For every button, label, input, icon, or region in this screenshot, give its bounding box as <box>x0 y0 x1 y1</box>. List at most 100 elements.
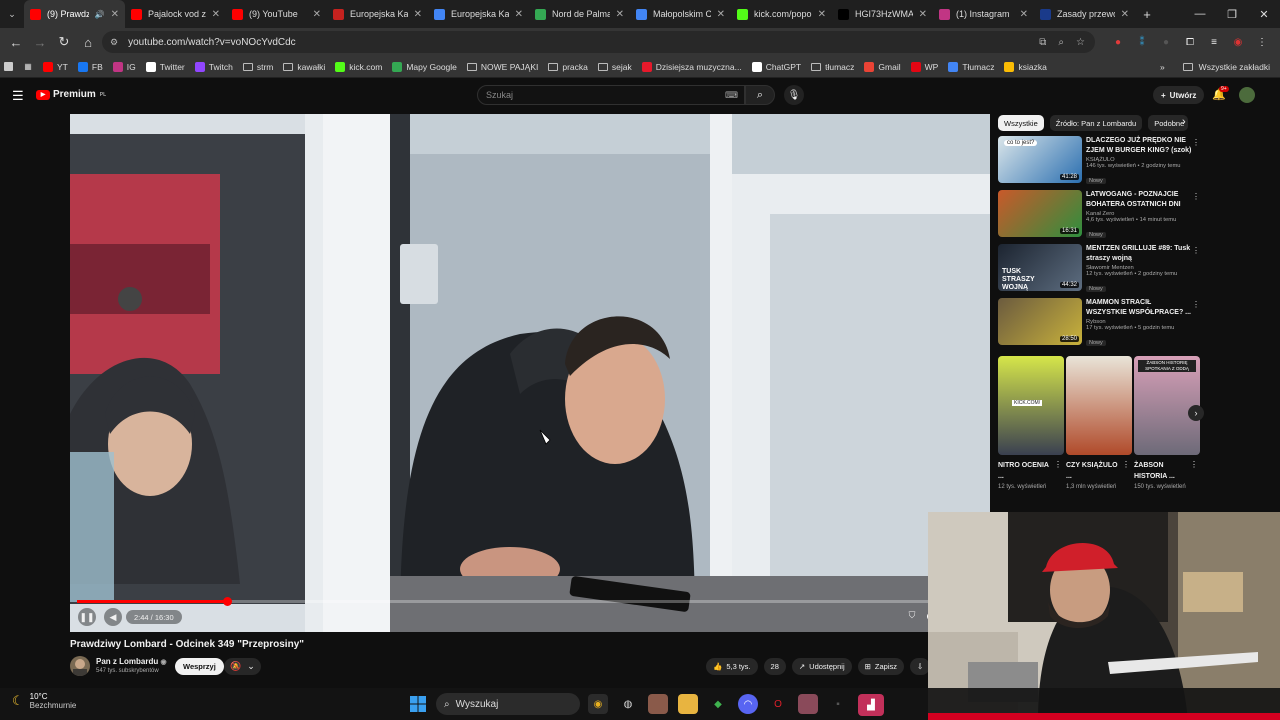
more-options-icon[interactable]: ⋮ <box>1192 300 1200 309</box>
short-title[interactable]: NITRO OCENIA ... <box>998 460 1052 482</box>
bookmark-19[interactable]: ksiazka <box>1004 61 1047 72</box>
video-thumbnail[interactable]: TUSK STRASZY WOJNĄ 44:32 <box>998 244 1082 291</box>
bookmark-10[interactable]: NOWE PAJĄKI <box>466 62 538 72</box>
site-info-icon[interactable]: ⚙ <box>110 37 118 48</box>
browser-tab[interactable]: Pajalock vod z ✕ <box>125 0 226 28</box>
close-window-icon[interactable]: ✕ <box>1248 0 1280 28</box>
short-thumbnail[interactable]: ŻABSON HISTORIĘ SPOTKANIA Z ODDĄ <box>1134 356 1200 455</box>
bookmark-15[interactable]: tłumacz <box>811 62 854 72</box>
pause-button[interactable]: ❚❚ <box>78 608 96 626</box>
bookmark-3[interactable]: IG <box>112 61 136 72</box>
related-video[interactable]: TUSK STRASZY WOJNĄ 44:32 MENTZEN GRILLUJE … <box>998 244 1204 298</box>
bookmark-17[interactable]: WP <box>910 61 938 72</box>
related-video[interactable]: co to jest? 41:28 DLACZEGO JUŻ PRĘDKO NIE … <box>998 136 1204 190</box>
new-tab-button[interactable]: + <box>1135 7 1159 22</box>
chips-next-icon[interactable]: › <box>1182 116 1186 128</box>
subscription-bell-button[interactable]: 🔕 ⌄ <box>224 658 261 675</box>
close-tab-icon[interactable]: ✕ <box>717 9 725 20</box>
guide-menu-icon[interactable]: ☰ <box>12 88 24 104</box>
browser-tab[interactable]: HGI73HzWMA ✕ <box>832 0 933 28</box>
short-title[interactable]: CZY KSIĄŻULO ... <box>1066 460 1120 482</box>
media-controls-icon[interactable]: ≡ <box>1206 37 1222 48</box>
bookmark-1[interactable]: YT <box>43 61 68 72</box>
browser-tab[interactable]: (9) YouTube ✕ <box>226 0 327 28</box>
bookmark-13[interactable]: Dzisiejsza muzyczna... <box>641 61 742 72</box>
search-button[interactable]: ⌕ <box>745 85 775 105</box>
extensions-puzzle-icon[interactable]: ⧠ <box>1182 37 1198 48</box>
app-icon[interactable] <box>798 694 818 714</box>
more-options-icon[interactable]: ⋮ <box>1190 460 1198 469</box>
apps-grid-icon[interactable]: ▦ <box>23 62 33 72</box>
browser-tab[interactable]: (1) Instagram ✕ <box>933 0 1034 28</box>
install-app-icon[interactable]: ⧉ <box>1039 37 1046 48</box>
translate-extension-icon[interactable]: ⁑ <box>1134 37 1150 48</box>
bookmark-4[interactable]: Twitter <box>145 61 185 72</box>
browser-tab[interactable]: Nord de Palma ✕ <box>529 0 630 28</box>
bookmark-7[interactable]: kawałki <box>283 62 325 72</box>
bookmark-5[interactable]: Twitch <box>194 61 233 72</box>
app-icon[interactable] <box>648 694 668 714</box>
close-tab-icon[interactable]: ✕ <box>212 9 220 20</box>
omnibox[interactable]: ⚙ youtube.com/watch?v=voNOcYvdCdc ⧉ ⌕ ☆ <box>102 31 1095 53</box>
video-title[interactable]: DLACZEGO JUŻ PRĘDKO NIE ZJEM W BURGER KI… <box>1086 136 1194 156</box>
browser-menu-icon[interactable]: ⋮ <box>1254 37 1270 48</box>
bookmark-star-icon[interactable]: ☆ <box>1076 37 1085 48</box>
close-tab-icon[interactable]: ✕ <box>1020 9 1028 20</box>
short-item[interactable]: KICK.COM/NITRO OCENIA ... 12 tys. wyświet… <box>998 356 1064 492</box>
file-explorer-icon[interactable] <box>678 694 698 714</box>
save-button[interactable]: ⊞ Zapisz <box>857 658 905 675</box>
like-button[interactable]: 👍 5,3 tys. <box>706 658 758 675</box>
progress-bar[interactable] <box>77 600 983 603</box>
share-button[interactable]: ↗ Udostępnij <box>791 658 852 675</box>
forward-icon[interactable]: → <box>28 35 52 50</box>
related-video[interactable]: 28:50 MAMMON STRACIŁ WSZYSTKIE WSPÓŁPRACE… <box>998 298 1204 352</box>
extension-icon[interactable]: ● <box>1158 37 1174 48</box>
more-options-icon[interactable]: ⋮ <box>1122 460 1130 469</box>
discord-icon[interactable]: ◠ <box>738 694 758 714</box>
more-options-icon[interactable]: ⋮ <box>1192 246 1200 255</box>
chrome-icon[interactable]: ◉ <box>588 694 608 714</box>
taskbar-search[interactable]: ⌕ Wyszukaj <box>436 693 580 715</box>
browser-tab[interactable]: Zasady przewo ✕ <box>1034 0 1135 28</box>
bookmark-6[interactable]: strm <box>242 62 273 72</box>
sidebar-toggle-icon[interactable] <box>4 62 13 71</box>
close-tab-icon[interactable]: ✕ <box>818 9 826 20</box>
profile-icon[interactable]: ◉ <box>1230 37 1246 48</box>
close-tab-icon[interactable]: ✕ <box>111 9 119 20</box>
keyboard-icon[interactable]: ⌨ <box>725 90 738 101</box>
record-extension-icon[interactable]: ● <box>1110 37 1126 48</box>
bookmark-8[interactable]: kick.com <box>335 61 382 72</box>
close-tab-icon[interactable]: ✕ <box>919 9 927 20</box>
shorts-next-button[interactable]: › <box>1188 405 1204 421</box>
short-item[interactable]: CZY KSIĄŻULO ... 1,3 mln wyświetleń ⋮ <box>1066 356 1132 492</box>
more-bookmarks-icon[interactable]: » <box>1160 62 1165 72</box>
video-title[interactable]: MAMMON STRACIŁ WSZYSTKIE WSPÓŁPRACE? ... <box>1086 298 1194 318</box>
volume-button[interactable]: ◀ <box>104 608 122 626</box>
home-icon[interactable]: ⌂ <box>76 35 100 50</box>
speaker-icon[interactable]: 🔊 <box>95 10 105 19</box>
filter-chip[interactable]: Źródło: Pan z Lombardu <box>1049 115 1143 131</box>
close-tab-icon[interactable]: ✕ <box>313 9 321 20</box>
obs-icon[interactable]: ◍ <box>618 694 638 714</box>
app-icon[interactable]: ▪ <box>828 694 848 714</box>
bookmark-12[interactable]: sejak <box>597 62 632 72</box>
related-video[interactable]: 16:31 LATWOGANG - POZNAJCIE BOHATERA OSTA… <box>998 190 1204 244</box>
more-options-icon[interactable]: ⋮ <box>1192 192 1200 201</box>
bookmark-16[interactable]: Gmail <box>864 61 901 72</box>
back-icon[interactable]: ← <box>4 35 28 50</box>
zoom-icon[interactable]: ⌕ <box>1058 37 1064 48</box>
filter-chip[interactable]: Wszystkie <box>998 115 1044 131</box>
vpn-icon[interactable]: ◆ <box>708 694 728 714</box>
more-options-icon[interactable]: ⋮ <box>1054 460 1062 469</box>
short-title[interactable]: ŻABSON HISTORIA ... <box>1134 460 1188 482</box>
all-bookmarks-link[interactable]: Wszystkie zakładki <box>1199 62 1270 72</box>
reload-icon[interactable]: ↻ <box>52 34 76 50</box>
tab-search-button[interactable]: ⌄ <box>0 0 24 28</box>
channel-name[interactable]: Pan z Lombardu ◉ <box>96 657 167 666</box>
bookmark-14[interactable]: ChatGPT <box>751 61 801 72</box>
restore-icon[interactable]: ❐ <box>1216 0 1248 28</box>
weather-widget[interactable]: ☾ 10°C Bezchmurnie <box>12 692 76 710</box>
browser-tab[interactable]: Europejska Kar ✕ <box>428 0 529 28</box>
windows-start-icon[interactable] <box>410 696 426 712</box>
youtube-logo[interactable]: ▶ Premium PL <box>36 89 106 100</box>
